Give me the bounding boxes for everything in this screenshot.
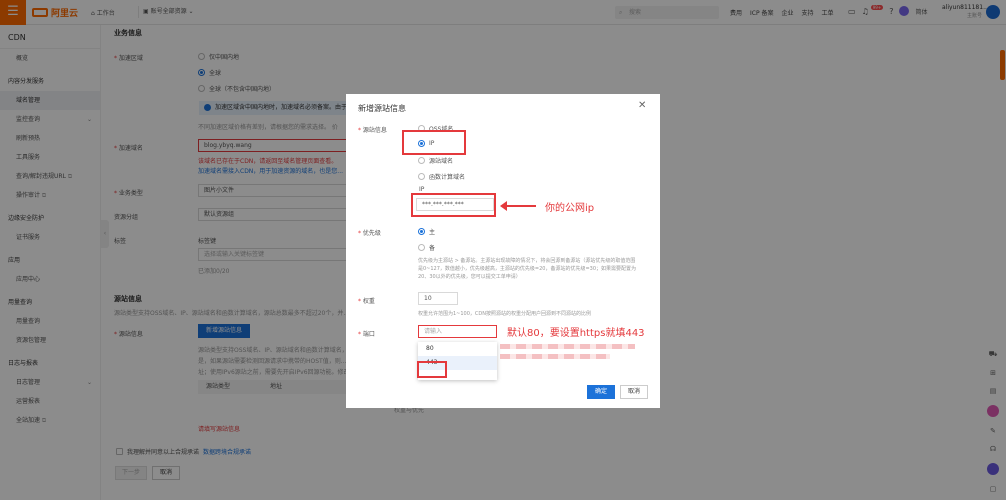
port-label: * 端口 — [358, 331, 375, 338]
highlight-ip-input — [411, 193, 496, 217]
origin-type-fc[interactable]: 函数计算域名 — [418, 172, 465, 181]
weight-desc: 权重允许范围为1~100，CDN按照源站的权重分配用户回源到不同源站的比例 — [418, 311, 591, 317]
radio-icon — [418, 244, 425, 251]
modal-cancel-button[interactable]: 取消 — [620, 385, 648, 399]
weight-input[interactable]: 10 — [418, 292, 458, 305]
priority-primary[interactable]: 主 — [418, 227, 435, 236]
port-option-80[interactable]: 80 — [418, 342, 497, 356]
priority-label: * 优先级 — [358, 230, 381, 237]
add-origin-modal: 新增源站信息 ✕ * 源站信息 OSS域名 IP 源站域名 函数计算域名 IP … — [346, 94, 660, 408]
radio-icon — [418, 173, 425, 180]
port-input[interactable]: 请输入 — [418, 325, 497, 338]
redacted-row — [500, 344, 635, 349]
confirm-button[interactable]: 确定 — [587, 385, 615, 399]
redacted-row — [500, 354, 610, 359]
origin-type-domain[interactable]: 源站域名 — [418, 156, 453, 165]
priority-desc: 优先级为主源站 > 备源站。主源站出现故障的情况下，将会回源到备源站（源站优先级… — [418, 258, 637, 280]
weight-label: * 权重 — [358, 298, 375, 305]
ip-annotation: 你的公网ip — [545, 203, 595, 214]
highlight-port-443 — [417, 361, 447, 378]
priority-backup[interactable]: 备 — [418, 243, 435, 252]
radio-icon — [418, 157, 425, 164]
ip-label: IP — [419, 186, 425, 193]
close-icon[interactable]: ✕ — [638, 100, 646, 111]
arrow-icon — [500, 201, 536, 211]
modal-origin-label: * 源站信息 — [358, 127, 387, 134]
port-annotation: 默认80，要设置https就填443 — [507, 328, 645, 339]
radio-checked-icon — [418, 228, 425, 235]
modal-title: 新增源站信息 — [358, 104, 406, 113]
highlight-ip-option — [402, 130, 466, 155]
